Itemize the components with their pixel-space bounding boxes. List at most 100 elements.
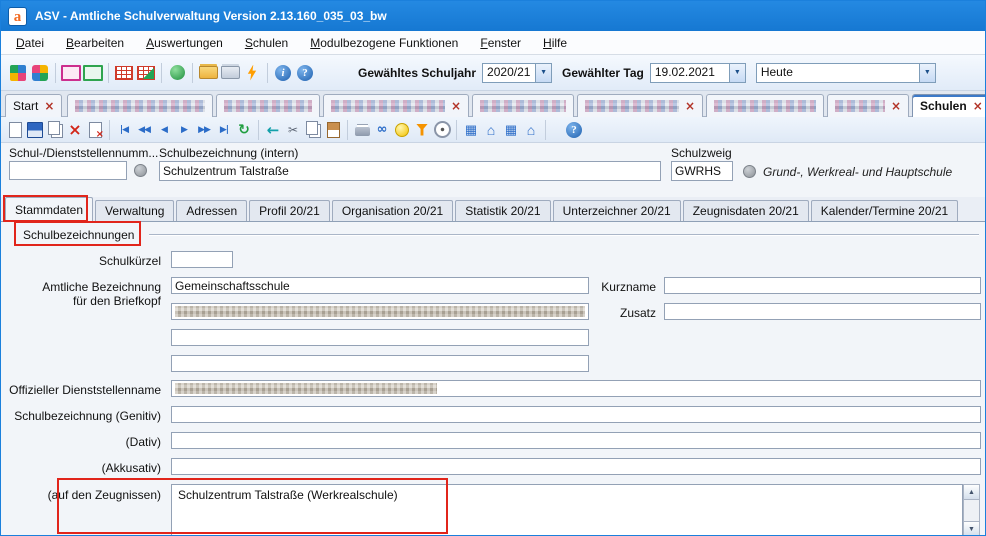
redacted-tab[interactable]	[706, 94, 824, 117]
tab-start[interactable]: Start	[5, 94, 62, 117]
zeugnisse-textarea[interactable]: Schulzentrum Talstraße (Werkrealschule)	[171, 484, 963, 536]
chevron-down-icon[interactable]	[729, 64, 745, 82]
chevron-down-icon[interactable]	[535, 64, 551, 82]
amtliche-bezeichnung-field-4[interactable]	[171, 355, 589, 372]
modules-grid-icon[interactable]	[7, 62, 29, 84]
cut-icon[interactable]	[283, 120, 303, 140]
nav-next-icon[interactable]	[174, 120, 194, 140]
building-icon[interactable]	[481, 120, 501, 140]
nav-last-icon[interactable]	[214, 120, 234, 140]
zusatz-field[interactable]	[664, 303, 981, 320]
kurzname-field[interactable]	[664, 277, 981, 294]
folder-open-icon[interactable]	[197, 62, 219, 84]
tables-icon[interactable]	[461, 120, 481, 140]
print-icon[interactable]	[352, 120, 372, 140]
preview-icon[interactable]	[372, 120, 392, 140]
menu-auswertungen[interactable]: Auswertungen	[135, 32, 234, 54]
redacted-tab[interactable]	[827, 94, 909, 117]
dativ-label: (Dativ)	[9, 435, 161, 449]
tab-organisation[interactable]: Organisation 20/21	[332, 200, 453, 221]
amtliche-bezeichnung-field-2[interactable]	[171, 303, 589, 320]
toolbar-separator	[267, 63, 268, 83]
monitor-green-icon[interactable]	[82, 62, 104, 84]
classes-icon[interactable]	[501, 120, 521, 140]
redacted-tab[interactable]	[323, 94, 469, 117]
monitor-pink-icon[interactable]	[60, 62, 82, 84]
table-stats-icon[interactable]	[135, 62, 157, 84]
tab-kalender-termine[interactable]: Kalender/Termine 20/21	[811, 200, 958, 221]
home-icon[interactable]	[521, 120, 541, 140]
dienststellenname-field[interactable]	[171, 380, 981, 397]
close-icon[interactable]	[973, 99, 983, 113]
app-window: a ASV - Amtliche Schulverwaltung Version…	[0, 0, 986, 536]
akkusativ-field[interactable]	[171, 458, 981, 475]
folder-icon[interactable]	[219, 62, 241, 84]
new-record-icon[interactable]	[5, 120, 25, 140]
copy-record-icon[interactable]	[45, 120, 65, 140]
dienststellennummer-field[interactable]	[9, 161, 127, 180]
nav-prev-page-icon[interactable]	[134, 120, 154, 140]
menu-hilfe[interactable]: Hilfe	[532, 32, 578, 54]
lightning-icon[interactable]	[241, 62, 263, 84]
paste-icon[interactable]	[323, 120, 343, 140]
copy-icon[interactable]	[303, 120, 323, 140]
close-icon[interactable]	[685, 99, 695, 113]
refresh-icon[interactable]	[234, 120, 254, 140]
toolbar-separator	[161, 63, 162, 83]
genitiv-field[interactable]	[171, 406, 981, 423]
menu-datei[interactable]: Datei	[5, 32, 55, 54]
globe-icon[interactable]	[166, 62, 188, 84]
menu-modulbezogene-funktionen[interactable]: Modulbezogene Funktionen	[299, 32, 469, 54]
about-icon[interactable]	[294, 62, 316, 84]
redacted-tab[interactable]	[67, 94, 213, 117]
redacted-tab[interactable]	[472, 94, 574, 117]
dativ-field[interactable]	[171, 432, 981, 449]
tab-statistik[interactable]: Statistik 20/21	[455, 200, 550, 221]
delete-record-icon[interactable]	[65, 120, 85, 140]
redacted-tab[interactable]	[577, 94, 703, 117]
history-icon[interactable]	[432, 120, 452, 140]
schulkuerzel-field[interactable]	[171, 251, 233, 268]
redacted-tab-label	[331, 100, 445, 112]
nav-next-page-icon[interactable]	[194, 120, 214, 140]
redacted-tab[interactable]	[216, 94, 320, 117]
close-icon[interactable]	[891, 99, 901, 113]
schulzweig-field[interactable]: GWRHS	[671, 161, 733, 181]
tab-profil[interactable]: Profil 20/21	[249, 200, 330, 221]
zeugnisse-scrollbar[interactable]: ▲ ▼	[963, 484, 980, 536]
amtliche-bezeichnung-field-1[interactable]: Gemeinschaftsschule	[171, 277, 589, 294]
tab-unterzeichner[interactable]: Unterzeichner 20/21	[553, 200, 681, 221]
schuljahr-select[interactable]: 2020/21	[482, 63, 552, 83]
filter-icon[interactable]	[412, 120, 432, 140]
scroll-down-icon[interactable]: ▼	[963, 521, 980, 536]
redacted-tab-label	[835, 100, 885, 112]
menu-bearbeiten[interactable]: Bearbeiten	[55, 32, 135, 54]
schulbezeichnung-field[interactable]: Schulzentrum Talstraße	[159, 161, 661, 181]
nav-first-icon[interactable]	[114, 120, 134, 140]
scroll-up-icon[interactable]: ▲	[963, 484, 980, 500]
tab-stammdaten[interactable]: Stammdaten	[5, 197, 93, 222]
users-icon[interactable]	[29, 62, 51, 84]
tab-zeugnisdaten[interactable]: Zeugnisdaten 20/21	[683, 200, 809, 221]
amtliche-bezeichnung-field-3[interactable]	[171, 329, 589, 346]
close-icon[interactable]	[451, 99, 461, 113]
table-red-icon[interactable]	[113, 62, 135, 84]
discard-record-icon[interactable]	[85, 120, 105, 140]
menu-fenster[interactable]: Fenster	[469, 32, 532, 54]
heute-select[interactable]: Heute	[756, 63, 936, 83]
tag-date-select[interactable]: 19.02.2021	[650, 63, 746, 83]
info-icon[interactable]	[272, 62, 294, 84]
back-icon[interactable]	[263, 120, 283, 140]
tab-schulen[interactable]: Schulen	[912, 94, 986, 117]
chevron-down-icon[interactable]	[919, 64, 935, 82]
save-icon[interactable]	[25, 120, 45, 140]
nav-prev-icon[interactable]	[154, 120, 174, 140]
tab-adressen[interactable]: Adressen	[176, 200, 247, 221]
tab-verwaltung[interactable]: Verwaltung	[95, 200, 174, 221]
kurzname-label: Kurzname	[573, 280, 656, 294]
redacted-value	[175, 383, 437, 394]
help-icon[interactable]	[564, 120, 584, 140]
hint-icon[interactable]	[392, 120, 412, 140]
menu-schulen[interactable]: Schulen	[234, 32, 299, 54]
close-icon[interactable]	[44, 99, 54, 113]
